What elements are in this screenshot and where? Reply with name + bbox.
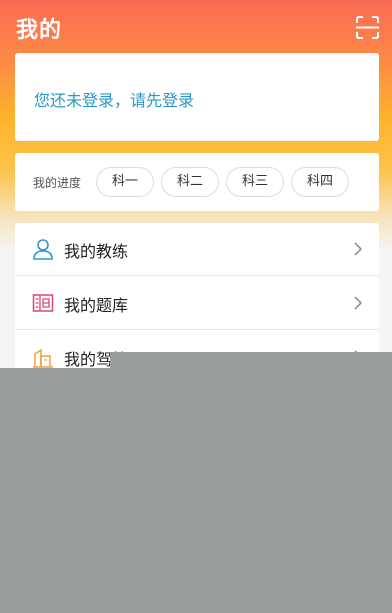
subject-pill-3[interactable]: 科三 bbox=[226, 167, 284, 197]
chevron-right-icon bbox=[354, 296, 363, 310]
menu-item-my-coach[interactable]: 我的教练 bbox=[15, 223, 379, 276]
menu-item-my-question-bank[interactable]: 我的题库 bbox=[15, 277, 379, 330]
subject-pill-1[interactable]: 科一 bbox=[96, 167, 154, 197]
gray-overlay-edge bbox=[110, 352, 392, 368]
progress-label: 我的进度 bbox=[33, 176, 82, 190]
menu-item-label: 我的题库 bbox=[64, 296, 129, 315]
login-card[interactable]: 您还未登录，请先登录 bbox=[15, 53, 379, 141]
scan-icon bbox=[356, 16, 379, 39]
menu-card: 我的教练 我的题库 我的驾校 bbox=[15, 223, 379, 368]
question-bank-icon bbox=[32, 294, 54, 312]
coach-person-icon bbox=[33, 239, 53, 260]
scan-button[interactable] bbox=[355, 15, 380, 40]
driving-school-building-icon bbox=[33, 348, 53, 368]
login-prompt-link[interactable]: 您还未登录，请先登录 bbox=[34, 87, 194, 111]
chevron-right-icon bbox=[354, 242, 363, 256]
subject-pill-4[interactable]: 科四 bbox=[291, 167, 349, 197]
subject-pill-2[interactable]: 科二 bbox=[161, 167, 219, 197]
page-title: 我的 bbox=[16, 18, 63, 43]
progress-card: 我的进度 科一 科二 科三 科四 bbox=[15, 153, 379, 211]
menu-item-label: 我的教练 bbox=[64, 242, 129, 261]
gray-overlay bbox=[0, 368, 392, 613]
